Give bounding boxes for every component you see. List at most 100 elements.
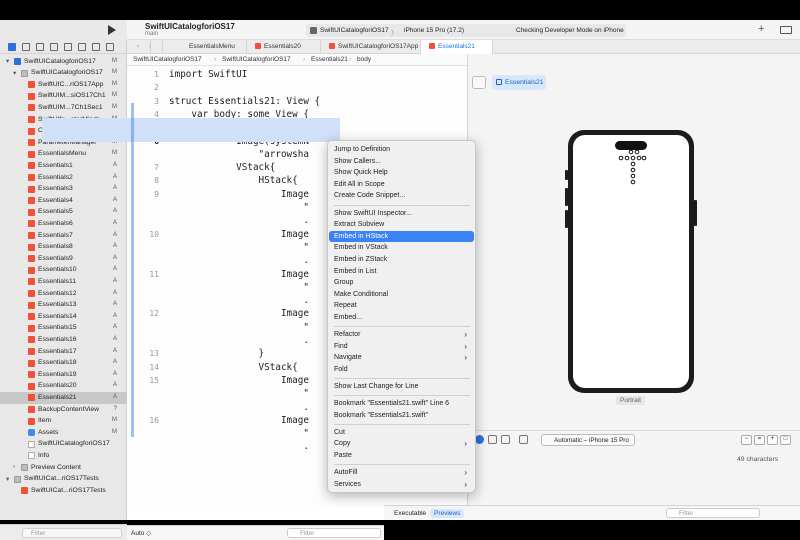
folder-icon[interactable] xyxy=(8,43,16,51)
navigator-row[interactable]: Essentials20 A xyxy=(0,381,127,393)
navigator-row[interactable]: Essentials16 A xyxy=(0,334,127,346)
code-line[interactable]: VStack{ xyxy=(169,362,298,373)
zoom-in-icon[interactable]: + xyxy=(767,435,778,445)
code-line[interactable]: VStack{ xyxy=(169,162,275,173)
code-line[interactable]: . xyxy=(169,402,309,413)
menu-item[interactable]: Embed... xyxy=(329,312,474,324)
menu-item[interactable]: Embed in List xyxy=(329,266,474,278)
navigator-row[interactable]: ▾ SwiftUICatalogforiOS17 M xyxy=(0,56,127,68)
menu-item[interactable]: Bookmark "Essentials21.swift" xyxy=(329,410,474,422)
menu-item[interactable]: Create Code Snippet... xyxy=(329,190,474,202)
live-preview-icon[interactable] xyxy=(475,435,484,444)
variants-icon[interactable] xyxy=(501,435,510,444)
navigator-row[interactable]: SwiftUIC...riOS17App M xyxy=(0,79,127,91)
branch-name[interactable]: main xyxy=(145,31,158,37)
navigator-row[interactable]: Essentials17 A xyxy=(0,346,127,358)
menu-item[interactable]: Group xyxy=(329,277,474,289)
menu-item[interactable]: Navigate › xyxy=(329,352,474,364)
menu-item[interactable]: Cut xyxy=(329,427,474,439)
code-line[interactable]: "arrowsha xyxy=(169,149,309,160)
navigator-row[interactable]: Essentials13 A xyxy=(0,300,127,312)
navigator-row[interactable]: Essentials12 A xyxy=(0,288,127,300)
tab-essentials21[interactable]: Essentials21 xyxy=(421,40,493,54)
run-icon[interactable] xyxy=(108,25,116,35)
debug-icon[interactable] xyxy=(92,43,100,51)
code-line[interactable]: Image xyxy=(169,375,309,386)
disclosure-icon[interactable]: ▾ xyxy=(13,69,16,77)
menu-item[interactable]: Embed in ZStack xyxy=(329,254,474,266)
navigator-row[interactable]: Essentials18 A xyxy=(0,358,127,370)
code-line[interactable]: . xyxy=(169,295,309,306)
run-destination[interactable]: iPhone 15 Pro (17.2) xyxy=(404,27,464,34)
code-line[interactable]: Image xyxy=(169,269,309,280)
navigator-row[interactable]: Essentials1 A xyxy=(0,160,127,172)
disclosure-icon[interactable]: ▾ xyxy=(6,475,9,483)
code-line[interactable]: " xyxy=(169,322,309,333)
forward-icon[interactable]: › xyxy=(149,40,163,54)
menu-item[interactable]: Show SwiftUI Inspector... xyxy=(329,208,474,220)
jumpbar-symbol[interactable]: body xyxy=(357,56,371,63)
jumpbar-folder[interactable]: SwiftUICatalogforiOS17 xyxy=(222,56,291,63)
navigator-filter-input[interactable]: Filter xyxy=(22,528,122,538)
zoom-reset-icon[interactable]: = xyxy=(754,435,765,445)
disclosure-icon[interactable]: › xyxy=(13,463,15,470)
editor-mode[interactable]: Auto ◇ xyxy=(131,529,151,537)
previews-mode-button[interactable]: Previews xyxy=(430,509,465,518)
executable-mode-button[interactable]: Executable xyxy=(390,509,430,518)
navigator-row[interactable]: Essentials15 A xyxy=(0,323,127,335)
selectable-icon[interactable] xyxy=(488,435,497,444)
navigator-row[interactable]: Essentials4 A xyxy=(0,195,127,207)
preview-chip[interactable]: Essentials21 xyxy=(492,75,546,90)
zoom-out-icon[interactable]: − xyxy=(741,435,752,445)
add-icon[interactable]: + xyxy=(758,23,764,35)
navigator-row[interactable]: EssentialsMenu M xyxy=(0,149,127,161)
device-settings-icon[interactable] xyxy=(519,435,528,444)
disclosure-icon[interactable]: ▾ xyxy=(6,57,9,65)
navigator-row[interactable]: Essentials21 A xyxy=(0,392,127,404)
code-line[interactable]: . xyxy=(169,441,309,452)
menu-item[interactable]: Edit All in Scope xyxy=(329,179,474,191)
menu-item[interactable]: Bookmark "Essentials21.swift" Line 6 xyxy=(329,398,474,410)
menu-item[interactable]: Services › xyxy=(329,479,474,491)
navigator-row[interactable]: SwiftUIM...siOS17Ch1 M xyxy=(0,91,127,103)
code-line[interactable]: " xyxy=(169,388,309,399)
source-control-icon[interactable] xyxy=(22,43,30,51)
scheme-name[interactable]: SwiftUICatalogforiOS17 xyxy=(320,27,389,34)
navigator-row[interactable]: Essentials8 A xyxy=(0,242,127,254)
navigator-row[interactable]: Essentials9 A xyxy=(0,253,127,265)
preview-device-select[interactable]: Automatic – iPhone 15 Pro xyxy=(541,434,635,446)
menu-item[interactable]: AutoFill › xyxy=(329,467,474,479)
navigator-row[interactable]: SwiftUICatalogforiOS17 xyxy=(0,439,127,451)
menu-item[interactable]: Paste xyxy=(329,450,474,462)
navigator-row[interactable]: SwiftUICat...riOS17Tests xyxy=(0,485,127,497)
menu-item[interactable]: Copy › xyxy=(329,438,474,450)
code-line[interactable]: HStack{ xyxy=(169,175,298,186)
navigator-row[interactable]: SwiftUIM...7Ch1Sec1 M xyxy=(0,102,127,114)
navigator-row[interactable]: Essentials2 A xyxy=(0,172,127,184)
menu-item[interactable]: Repeat xyxy=(329,300,474,312)
code-line[interactable]: " xyxy=(169,428,309,439)
menu-item[interactable]: Refactor › xyxy=(329,329,474,341)
code-line[interactable]: import SwiftUI xyxy=(169,69,247,80)
navigator-row[interactable]: ▾ SwiftUICatalogforiOS17 M xyxy=(0,68,127,80)
menu-item[interactable]: Embed in VStack xyxy=(329,242,474,254)
menu-item[interactable]: Make Conditional xyxy=(329,289,474,301)
menu-item[interactable]: Embed in HStack xyxy=(329,230,474,243)
editor-filter-input[interactable]: Filter xyxy=(287,528,381,538)
issue-icon[interactable] xyxy=(64,43,72,51)
menu-item[interactable]: Show Quick Help xyxy=(329,167,474,179)
menu-item[interactable]: Show Callers... xyxy=(329,156,474,168)
navigator-row[interactable]: ▾ SwiftUICat...riOS17Tests xyxy=(0,474,127,486)
navigator-row[interactable]: Essentials6 A xyxy=(0,218,127,230)
code-line[interactable]: . xyxy=(169,335,309,346)
code-line[interactable]: struct Essentials21: View { xyxy=(169,96,320,107)
navigator-row[interactable]: Essentials5 A xyxy=(0,207,127,219)
code-line[interactable]: . xyxy=(169,255,309,266)
symbol-icon[interactable] xyxy=(36,43,44,51)
jumpbar-file[interactable]: Essentials21 xyxy=(311,56,348,63)
code-line[interactable]: Image xyxy=(169,308,309,319)
menu-item[interactable]: Extract Subview xyxy=(329,219,474,231)
code-line[interactable]: " xyxy=(169,242,309,253)
menu-item[interactable]: Jump to Definition xyxy=(329,144,474,156)
menu-item[interactable]: Find › xyxy=(329,341,474,353)
